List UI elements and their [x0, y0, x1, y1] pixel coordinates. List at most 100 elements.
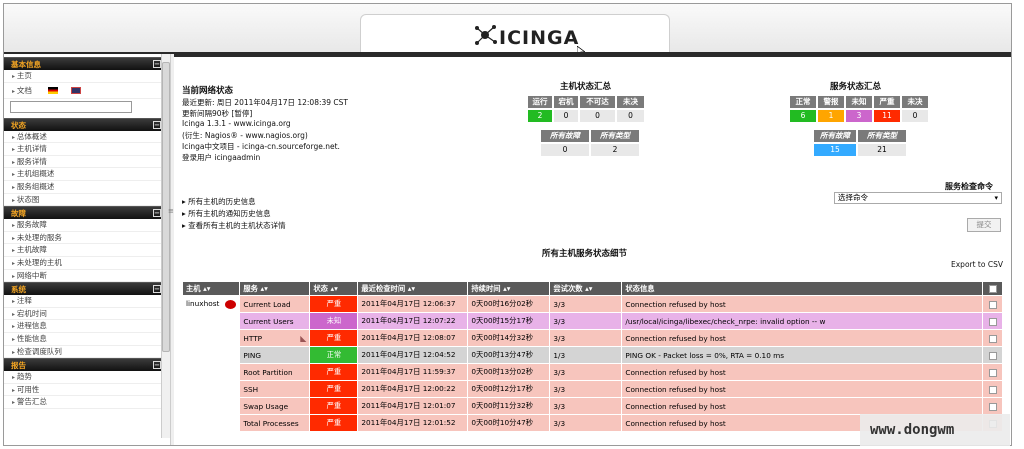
sidebar-item-network-outages[interactable]: 网络中断	[4, 270, 170, 283]
row-checkbox-cell[interactable]	[982, 312, 1004, 330]
service-name-cell[interactable]: HTTP ◣	[239, 329, 311, 347]
sidebar-item-status-map[interactable]: 状态图	[4, 194, 170, 207]
sort-icon[interactable]: ▴▾	[203, 284, 210, 293]
svc-unknown-count[interactable]: 3	[846, 110, 872, 122]
sidebar-item-process-info[interactable]: 进程信息	[4, 320, 170, 333]
host-unreachable-header[interactable]: 不可达	[580, 96, 615, 108]
version-link[interactable]: Icinga 1.3.1 - www.icinga.org	[182, 119, 291, 128]
svc-all-problems-count[interactable]: 15	[814, 144, 856, 156]
service-name[interactable]: Total Processes	[239, 414, 311, 432]
host-all-problems-header[interactable]: 所有故障	[541, 130, 589, 142]
col-header-status[interactable]: 状态 ▴▾	[309, 281, 359, 296]
service-name[interactable]: Current Load	[239, 295, 311, 313]
sidebar-item-docs[interactable]: 文档	[4, 83, 170, 99]
command-select[interactable]: 选择命令 ▾	[834, 192, 1002, 204]
svc-critical-count[interactable]: 11	[874, 110, 900, 122]
collapse-icon[interactable]: −	[153, 209, 161, 218]
host-all-types-count[interactable]: 2	[591, 144, 639, 156]
svc-warning-count[interactable]: 1	[818, 110, 844, 122]
submit-button[interactable]: 提交	[967, 218, 1001, 232]
sidebar-item-host-detail[interactable]: 主机详情	[4, 143, 170, 156]
svc-warning-header[interactable]: 警报	[818, 96, 844, 108]
select-all-checkbox[interactable]	[982, 281, 1004, 296]
row-checkbox-cell[interactable]	[982, 380, 1004, 398]
svc-critical-header[interactable]: 严重	[874, 96, 900, 108]
row-checkbox-cell[interactable]	[982, 363, 1004, 381]
host-unreachable-count[interactable]: 0	[580, 110, 615, 122]
row-checkbox[interactable]	[988, 385, 997, 394]
sidebar-section-status[interactable]: 状态 −	[4, 117, 170, 131]
sidebar-section-problems[interactable]: 故障 −	[4, 206, 170, 220]
svc-all-problems-header[interactable]: 所有故障	[814, 130, 856, 142]
sidebar-item-alert-summary[interactable]: 警告汇总	[4, 396, 170, 409]
collapse-icon[interactable]: −	[153, 361, 161, 370]
col-header-status-info[interactable]: 状态信息	[621, 281, 984, 296]
sidebar-item-performance-info[interactable]: 性能信息	[4, 333, 170, 346]
col-header-service[interactable]: 服务 ▴▾	[239, 281, 311, 296]
host-name[interactable]: linuxhost	[186, 299, 219, 308]
host-all-problems-count[interactable]: 0	[541, 144, 589, 156]
host-down-header[interactable]: 宕机	[554, 96, 578, 108]
col-header-attempt[interactable]: 尝试次数 ▴▾	[549, 281, 623, 296]
service-name[interactable]: PING	[239, 346, 311, 364]
sidebar-item-host-problems[interactable]: 主机故障	[4, 244, 170, 257]
resize-grip-icon[interactable]: ≡	[168, 207, 174, 215]
row-checkbox[interactable]	[988, 351, 997, 360]
sort-icon[interactable]: ▴▾	[261, 284, 268, 293]
svc-unknown-header[interactable]: 未知	[846, 96, 872, 108]
sidebar-item-availability[interactable]: 可用性	[4, 384, 170, 397]
sidebar-section-basic[interactable]: 基本信息 −	[4, 57, 170, 70]
sidebar-item-home[interactable]: 主页	[4, 70, 170, 83]
sidebar-item-tactical-overview[interactable]: 总体概述	[4, 131, 170, 144]
row-checkbox[interactable]	[988, 300, 997, 309]
sidebar-item-downtime[interactable]: 宕机时间	[4, 308, 170, 321]
row-checkbox-cell[interactable]	[982, 397, 1004, 415]
fork-link[interactable]: (衍生: Nagios® - www.nagios.org)	[182, 130, 308, 141]
collapse-icon[interactable]: −	[153, 285, 161, 294]
host-up-count[interactable]: 2	[528, 110, 552, 122]
host-pending-count[interactable]: 0	[617, 110, 644, 122]
sort-icon[interactable]: ▴▾	[585, 284, 592, 293]
host-down-count[interactable]: 0	[554, 110, 578, 122]
row-checkbox[interactable]	[988, 368, 997, 377]
sidebar-item-hostgroup-overview[interactable]: 主机组概述	[4, 168, 170, 181]
link-host-status-detail[interactable]: ▸ 查看所有主机的主机状态详情	[182, 220, 286, 231]
service-name[interactable]: HTTP	[243, 334, 262, 343]
svc-pending-header[interactable]: 未决	[902, 96, 928, 108]
update-interval[interactable]: 更新间隔90秒 [暂停]	[182, 108, 252, 119]
row-checkbox[interactable]	[988, 334, 997, 343]
sidebar-item-unhandled-hosts[interactable]: 未处理的主机	[4, 257, 170, 270]
col-header-host[interactable]: 主机 ▴▾	[181, 281, 241, 296]
link-host-notifications[interactable]: ▸ 所有主机的通知历史信息	[182, 208, 271, 219]
row-checkbox-cell[interactable]	[982, 346, 1004, 364]
sort-icon[interactable]: ▴▾	[331, 284, 338, 293]
service-name[interactable]: Current Users	[239, 312, 311, 330]
sidebar-item-comments[interactable]: 注释	[4, 295, 170, 308]
sort-icon[interactable]: ▴▾	[408, 284, 415, 293]
sidebar-item-unhandled-services[interactable]: 未处理的服务	[4, 232, 170, 245]
service-name[interactable]: Swap Usage	[239, 397, 311, 415]
collapse-icon[interactable]: −	[153, 60, 161, 68]
row-checkbox[interactable]	[988, 402, 997, 411]
host-up-header[interactable]: 运行	[528, 96, 552, 108]
sort-icon[interactable]: ▴▾	[503, 284, 510, 293]
col-header-last-check[interactable]: 最近检查时间 ▴▾	[357, 281, 469, 296]
flag-de-icon[interactable]	[48, 87, 59, 95]
host-pending-header[interactable]: 未决	[617, 96, 644, 108]
svc-all-types-header[interactable]: 所有类型	[858, 130, 906, 142]
row-checkbox-cell[interactable]	[982, 329, 1004, 347]
sidebar-section-system[interactable]: 系统 −	[4, 282, 170, 296]
sidebar-item-service-detail[interactable]: 服务详情	[4, 156, 170, 169]
service-name[interactable]: Root Partition	[239, 363, 311, 381]
cn-project-link[interactable]: Icinga中文项目 - icinga-cn.sourceforge.net.	[182, 141, 340, 152]
link-host-history[interactable]: ▸ 所有主机的历史信息	[182, 196, 256, 207]
export-csv-link[interactable]: Export to CSV	[951, 260, 1003, 269]
row-checkbox-cell[interactable]	[982, 295, 1004, 313]
svc-ok-header[interactable]: 正常	[790, 96, 816, 108]
service-name[interactable]: SSH	[239, 380, 311, 398]
svc-ok-count[interactable]: 6	[790, 110, 816, 122]
flag-uk-icon[interactable]	[70, 87, 81, 95]
host-all-types-header[interactable]: 所有类型	[591, 130, 639, 142]
col-header-duration[interactable]: 持续时间 ▴▾	[467, 281, 551, 296]
sidebar-item-service-problems[interactable]: 服务故障	[4, 219, 170, 232]
